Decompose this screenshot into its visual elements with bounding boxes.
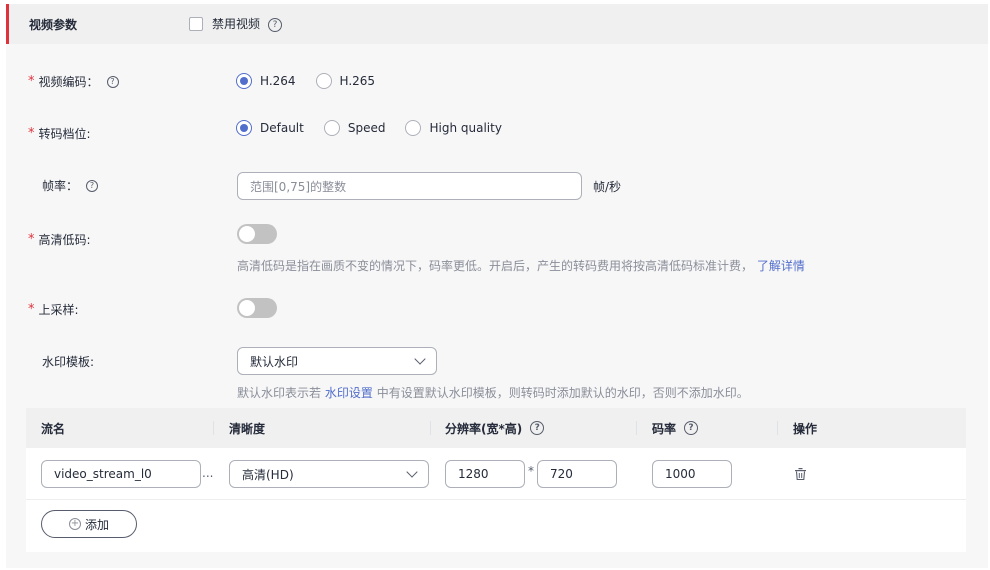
clarity-selected-value: 高清(HD) (242, 467, 294, 482)
width-value: 1280 (458, 467, 489, 481)
radio-default[interactable]: Default (236, 120, 304, 136)
question-circle-icon[interactable]: ? (530, 421, 545, 435)
disable-video-checkbox-group[interactable]: 禁用视频 ? (189, 15, 283, 32)
stream-name-input[interactable]: video_stream_l0 (41, 460, 201, 488)
radio-label: High quality (429, 121, 502, 135)
watermark-settings-link[interactable]: 水印设置 (325, 386, 373, 400)
required-marker: * (28, 126, 35, 141)
hd-low-bitrate-toggle[interactable] (237, 224, 277, 244)
add-button-label: 添加 (84, 517, 109, 532)
radio-circle-selected[interactable] (236, 120, 252, 136)
radio-label: Speed (347, 121, 386, 135)
video-codec-label-text: 视频编码： (38, 75, 99, 89)
radio-h265[interactable]: H.265 (315, 73, 376, 89)
table-footer: + 添加 (26, 500, 966, 552)
frame-rate-input[interactable]: 范围[0,75]的整数 (237, 172, 582, 200)
transcode-level-label-text: 转码档位: (38, 127, 91, 141)
radio-h264[interactable]: H.264 (236, 73, 296, 89)
header-clarity: 清晰度 (229, 408, 265, 448)
radio-circle[interactable] (323, 120, 340, 136)
required-marker: * (28, 302, 35, 317)
trash-icon[interactable] (795, 468, 806, 480)
frame-rate-placeholder: 范围[0,75]的整数 (250, 179, 347, 194)
video-codec-radio-group: H.264 H.265 (236, 73, 395, 89)
table-row: video_stream_l0 ... 高清(HD) 1280 * 720 10… (26, 448, 966, 500)
header-actions: 操作 (793, 408, 817, 448)
learn-more-link[interactable]: 了解详情 (757, 259, 805, 273)
radio-label: H.265 (339, 74, 376, 88)
chevron-down-icon (414, 353, 426, 365)
radio-high-quality[interactable]: High quality (405, 120, 502, 136)
header-divider (430, 421, 431, 435)
multiply-sign: * (528, 464, 534, 478)
radio-circle-selected[interactable] (236, 73, 252, 89)
hd-low-bitrate-hint-text: 高清低码是指在画质不变的情况下，码率更低。开启后，产生的转码费用将按高清低码标准… (237, 259, 754, 273)
watermark-label: 水印模板: (42, 353, 94, 370)
height-value: 720 (550, 467, 573, 481)
required-marker: * (28, 232, 35, 247)
section-header: 视频参数 禁用视频 ? (6, 4, 988, 44)
header-divider (213, 421, 214, 435)
stream-table: 流名 清晰度 分辨率(宽*高) ? 码率 ? 操作 video_stream_l… (26, 408, 966, 552)
width-input[interactable]: 1280 (445, 460, 525, 488)
ellipsis-text: ... (202, 466, 214, 480)
header-label: 码率 (652, 421, 677, 436)
add-stream-button[interactable]: + 添加 (41, 510, 137, 538)
watermark-hint-prefix: 默认水印表示若 (237, 386, 322, 400)
frame-rate-unit: 帧/秒 (593, 180, 622, 194)
watermark-hint: 默认水印表示若 水印设置 中有设置默认水印模板，则转码时添加默认的水印，否则不添… (237, 384, 749, 401)
question-circle-icon[interactable]: ? (106, 75, 119, 88)
question-circle-icon[interactable]: ? (268, 18, 283, 32)
radio-label: H.264 (260, 74, 296, 88)
frame-rate-label-text: 帧率： (42, 179, 79, 193)
header-stream-name: 流名 (41, 408, 65, 448)
clarity-select[interactable]: 高清(HD) (229, 460, 429, 488)
frame-rate-label: 帧率： ? (42, 177, 99, 194)
header-label: 流名 (41, 421, 66, 436)
header-divider (777, 421, 778, 435)
header-label: 清晰度 (229, 421, 266, 436)
upsampling-label-text: 上采样: (38, 303, 79, 317)
transcode-level-radio-group: Default Speed High quality (236, 120, 522, 136)
header-divider (636, 421, 637, 435)
upsampling-toggle[interactable] (237, 298, 277, 318)
video-codec-label: * 视频编码： ? (28, 73, 119, 90)
header-bitrate: 码率 ? (652, 408, 699, 448)
bitrate-value: 1000 (665, 467, 696, 481)
watermark-selected-value: 默认水印 (250, 354, 299, 369)
header-resolution: 分辨率(宽*高) ? (445, 408, 545, 448)
height-input[interactable]: 720 (537, 460, 617, 488)
question-circle-icon[interactable]: ? (86, 179, 99, 192)
required-marker: * (28, 74, 35, 89)
video-params-panel: 视频参数 禁用视频 ? * 视频编码： ? H.264 H.265 * 转码档位… (6, 4, 988, 568)
bitrate-input[interactable]: 1000 (652, 460, 732, 488)
radio-circle[interactable] (315, 73, 332, 89)
upsampling-label: * 上采样: (28, 301, 79, 318)
radio-circle[interactable] (405, 120, 422, 136)
radio-label: Default (260, 121, 304, 135)
hd-low-bitrate-label: * 高清低码: (28, 231, 91, 248)
header-label: 分辨率(宽*高) (445, 421, 523, 436)
disable-video-checkbox[interactable] (189, 16, 203, 31)
watermark-hint-suffix: 中有设置默认水印模板，则转码时添加默认的水印，否则不添加水印。 (376, 386, 749, 400)
hd-low-bitrate-label-text: 高清低码: (38, 233, 91, 247)
watermark-select[interactable]: 默认水印 (237, 347, 437, 375)
watermark-label-text: 水印模板: (42, 355, 95, 369)
hd-low-bitrate-hint: 高清低码是指在画质不变的情况下，码率更低。开启后，产生的转码费用将按高清低码标准… (237, 257, 805, 274)
chevron-down-icon (406, 466, 418, 478)
table-header: 流名 清晰度 分辨率(宽*高) ? 码率 ? 操作 (26, 408, 966, 448)
header-label: 操作 (793, 421, 818, 436)
radio-speed[interactable]: Speed (323, 120, 386, 136)
disable-video-label: 禁用视频 (212, 17, 261, 31)
section-title: 视频参数 (29, 18, 78, 32)
plus-circle-icon: + (68, 518, 81, 530)
stream-name-value: video_stream_l0 (54, 467, 152, 481)
transcode-level-label: * 转码档位: (28, 125, 91, 142)
question-circle-icon[interactable]: ? (684, 421, 699, 435)
